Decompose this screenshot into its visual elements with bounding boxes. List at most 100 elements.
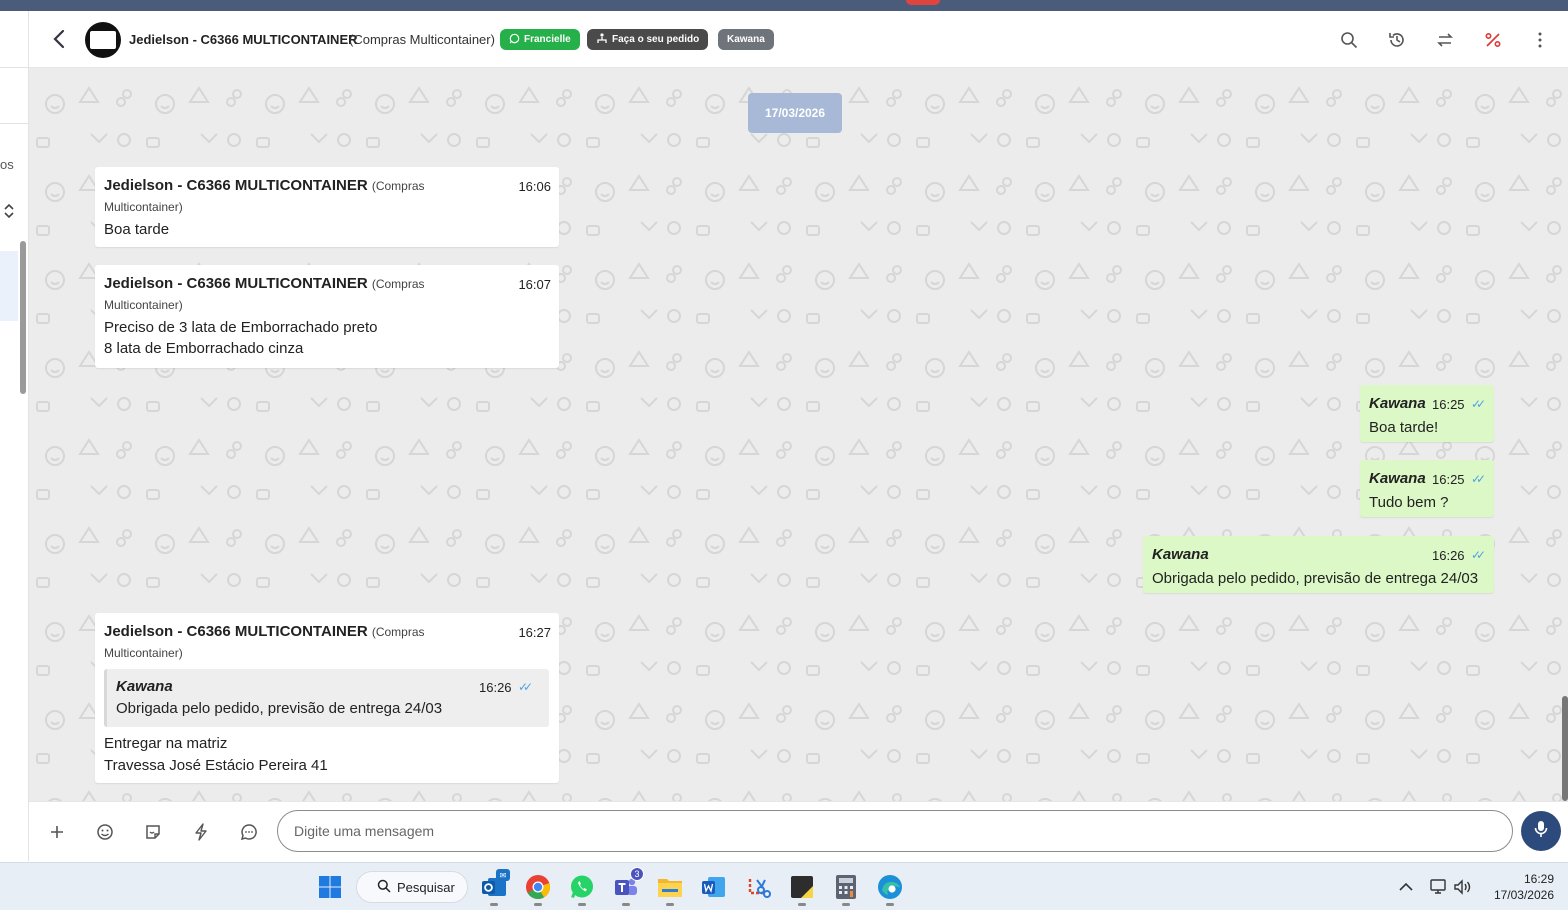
funnel-tag-label: Faça o seu pedido (612, 34, 700, 45)
message-composer (29, 801, 1568, 861)
running-indicator (622, 903, 630, 906)
more-vertical-icon[interactable] (1529, 29, 1551, 51)
chat-scrollbar[interactable] (1562, 696, 1568, 801)
message-time: 16:25 (1432, 472, 1465, 487)
message-text: Boa tarde! (1369, 419, 1439, 436)
edge-icon[interactable] (874, 871, 906, 906)
message-sender: Jedielson - C6366 MULTICONTAINER (Compra… (104, 275, 425, 292)
contact-name: Jedielson - C6366 MULTICONTAINER (129, 32, 358, 47)
clock-time: 16:29 (1523, 872, 1554, 886)
message-sender: Kawana (1369, 395, 1426, 412)
notification-badge: 3 (630, 867, 644, 881)
message-text: Travessa José Estácio Pereira 41 (104, 757, 328, 774)
conversation-list-panel: os (0, 11, 29, 861)
quoted-message[interactable]: Kawana 16:26 ✓✓ Obrigada pelo pedido, pr… (104, 669, 549, 727)
incoming-message[interactable]: Jedielson - C6366 MULTICONTAINER (Compra… (95, 167, 559, 247)
incoming-message-with-quote[interactable]: Jedielson - C6366 MULTICONTAINER (Compra… (95, 613, 559, 783)
outlook-icon[interactable]: ✉ (478, 869, 510, 906)
message-text: 8 lata de Emborrachado cinza (104, 340, 304, 357)
window-top-strip (0, 0, 1568, 11)
message-text: Tudo bem ? (1369, 494, 1449, 511)
history-icon[interactable] (1386, 29, 1408, 51)
taskbar-clock[interactable]: 16:29 17/03/2026 (1484, 871, 1554, 903)
chat-bubble-icon[interactable] (238, 821, 260, 843)
sender-company-cont: Multicontainer) (104, 200, 183, 214)
message-sender: Kawana (1369, 470, 1426, 487)
double-check-icon: ✓✓ (1471, 397, 1486, 411)
message-sender: Jedielson - C6366 MULTICONTAINER (Compra… (104, 177, 425, 194)
sticky-notes-icon[interactable] (786, 871, 818, 906)
agent-tag[interactable]: Kawana (718, 29, 774, 50)
word-icon[interactable] (697, 871, 729, 903)
contact-avatar[interactable] (85, 22, 121, 58)
funnel-icon (596, 32, 608, 47)
double-check-icon: ✓✓ (518, 680, 533, 694)
snipping-tool-icon[interactable] (742, 871, 774, 903)
message-text: Entregar na matriz (104, 735, 228, 752)
chat-header: Jedielson - C6366 MULTICONTAINER (Compra… (29, 11, 1568, 68)
outgoing-message[interactable]: Kawana 16:25 ✓✓ Boa tarde! (1360, 385, 1494, 442)
whatsapp-tag-label: Francielle (524, 34, 571, 45)
transfer-icon[interactable] (1434, 29, 1456, 51)
taskbar-search[interactable]: Pesquisar (356, 871, 468, 903)
date-chip: 17/03/2026 (748, 93, 842, 133)
funnel-stage-tag[interactable]: Faça o seu pedido (587, 29, 709, 50)
message-time: 16:25 (1432, 397, 1465, 412)
volume-icon[interactable] (1453, 877, 1473, 897)
agent-tag-label: Kawana (727, 34, 765, 45)
windows-start-icon[interactable] (314, 871, 346, 903)
divider (0, 123, 29, 124)
message-input[interactable] (277, 810, 1513, 852)
sticker-icon[interactable] (142, 821, 164, 843)
whatsapp-icon[interactable] (566, 871, 598, 906)
microphone-button[interactable] (1521, 811, 1561, 851)
truncated-label: os (0, 157, 14, 172)
conversation-list-scrollbar[interactable] (20, 241, 26, 394)
divider (0, 67, 29, 68)
quoted-time: 16:26 (479, 680, 512, 695)
running-indicator (798, 903, 806, 906)
sender-name: Jedielson - C6366 MULTICONTAINER (104, 623, 368, 640)
teams-icon[interactable]: 3 (610, 867, 644, 906)
running-indicator (490, 903, 498, 906)
clock-date: 17/03/2026 (1493, 888, 1554, 902)
sender-company: (Compras (371, 179, 425, 193)
notification-nub (906, 0, 940, 5)
search-icon[interactable] (1338, 29, 1360, 51)
incoming-message[interactable]: Jedielson - C6366 MULTICONTAINER (Compra… (95, 265, 559, 368)
running-indicator (842, 903, 850, 906)
outgoing-message[interactable]: Kawana 16:25 ✓✓ Tudo bem ? (1360, 460, 1494, 517)
emoji-icon[interactable] (94, 821, 116, 843)
chat-area[interactable]: 17/03/2026 Jedielson - C6366 MULTICONTAI… (29, 68, 1568, 801)
sender-name: Jedielson - C6366 MULTICONTAINER (104, 275, 368, 292)
selected-conversation[interactable] (0, 251, 18, 321)
message-text: Boa tarde (104, 221, 170, 238)
message-time: 16:27 (518, 625, 551, 640)
chrome-icon[interactable] (522, 871, 554, 906)
calculator-icon[interactable] (830, 871, 862, 906)
message-time: 16:07 (518, 277, 551, 292)
microphone-icon (1534, 820, 1548, 843)
percent-icon[interactable] (1482, 29, 1504, 51)
tray-chevron-icon[interactable] (1396, 877, 1416, 897)
message-sender: Kawana (1152, 546, 1209, 563)
file-explorer-icon[interactable] (654, 871, 686, 906)
sender-company-cont: Multicontainer) (104, 646, 183, 660)
sort-updown-icon[interactable] (4, 203, 14, 221)
message-sender: Jedielson - C6366 MULTICONTAINER (Compra… (104, 623, 425, 640)
running-indicator (578, 903, 586, 906)
windows-taskbar: Pesquisar ✉ 3 16:29 17/03/2026 (0, 862, 1568, 910)
plus-icon[interactable] (46, 821, 68, 843)
lightning-icon[interactable] (190, 821, 212, 843)
back-arrow-icon[interactable] (49, 28, 69, 50)
running-indicator (666, 903, 674, 906)
network-icon[interactable] (1428, 877, 1448, 897)
message-time: 16:06 (518, 179, 551, 194)
quoted-sender: Kawana (116, 678, 173, 695)
mail-badge: ✉ (496, 869, 510, 881)
contact-logo (90, 31, 116, 49)
whatsapp-connection-tag[interactable]: Francielle (500, 29, 580, 50)
outgoing-message[interactable]: Kawana 16:26 ✓✓ Obrigada pelo pedido, pr… (1143, 536, 1494, 593)
quoted-text: Obrigada pelo pedido, previsão de entreg… (116, 700, 443, 717)
running-indicator (534, 903, 542, 906)
